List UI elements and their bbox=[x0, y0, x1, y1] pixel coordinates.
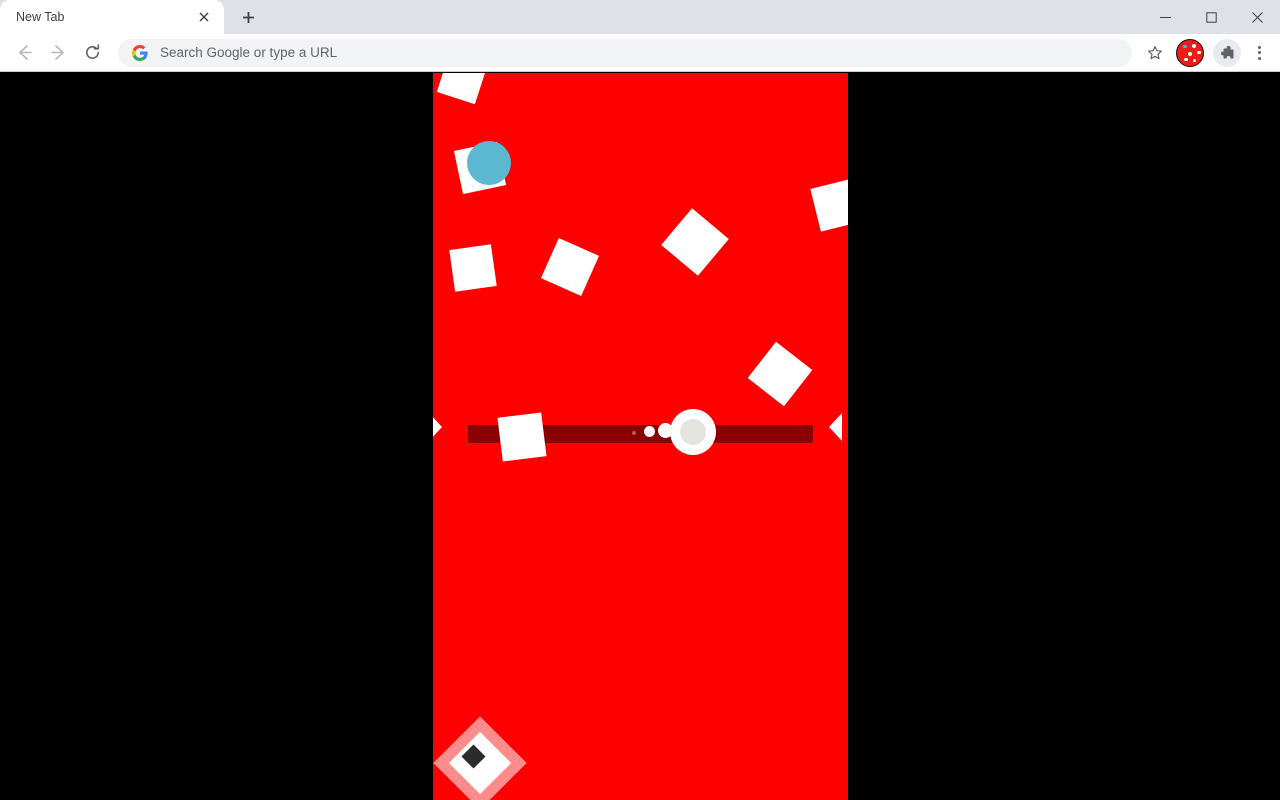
menu-dot bbox=[1257, 51, 1261, 54]
right-edge-arrow-icon[interactable] bbox=[829, 413, 842, 441]
slider-knob[interactable] bbox=[670, 409, 716, 455]
menu-dot bbox=[1257, 45, 1261, 49]
avatar-dot bbox=[1188, 51, 1192, 56]
tab-new-tab[interactable]: New Tab bbox=[0, 0, 224, 34]
back-arrow-icon[interactable] bbox=[8, 37, 40, 69]
avatar-dot bbox=[1193, 58, 1196, 62]
new-tab-button[interactable] bbox=[234, 3, 262, 31]
maximize-icon[interactable] bbox=[1188, 0, 1234, 34]
three-dot-menu-icon[interactable] bbox=[1246, 38, 1272, 68]
address-bar-placeholder: Search Google or type a URL bbox=[160, 45, 338, 60]
falling-square bbox=[449, 244, 497, 292]
avatar-dot bbox=[1192, 43, 1196, 48]
falling-square bbox=[540, 237, 600, 297]
trail-dot bbox=[644, 426, 655, 437]
close-icon[interactable] bbox=[194, 7, 214, 27]
falling-square bbox=[747, 341, 813, 407]
falling-square bbox=[436, 73, 488, 105]
layered-diamond bbox=[433, 716, 527, 800]
puzzle-piece-icon[interactable] bbox=[1213, 38, 1241, 67]
avatar-dot bbox=[1183, 44, 1187, 48]
teal-circle bbox=[467, 141, 511, 185]
avatar-dot bbox=[1184, 57, 1188, 61]
browser-toolbar: Search Google or type a URL bbox=[0, 34, 1280, 72]
browser-window: New Tab Search Google or type a URL bbox=[0, 0, 1280, 800]
tab-strip: New Tab bbox=[0, 0, 1280, 34]
trail-dot bbox=[632, 431, 636, 435]
falling-square bbox=[661, 208, 729, 276]
reload-icon[interactable] bbox=[76, 37, 108, 69]
slider-knob-inner bbox=[680, 419, 706, 445]
falling-square bbox=[497, 412, 547, 462]
forward-arrow-icon[interactable] bbox=[42, 37, 74, 69]
menu-dot bbox=[1257, 56, 1261, 60]
window-close-icon[interactable] bbox=[1234, 0, 1280, 34]
falling-square bbox=[810, 178, 848, 232]
star-icon[interactable] bbox=[1140, 38, 1170, 68]
profile-avatar-icon[interactable] bbox=[1176, 38, 1204, 67]
left-edge-arrow-icon[interactable] bbox=[433, 413, 442, 441]
avatar-dot bbox=[1197, 50, 1201, 54]
tab-title: New Tab bbox=[16, 10, 65, 24]
minimize-icon[interactable] bbox=[1142, 0, 1188, 34]
game-canvas[interactable] bbox=[433, 73, 848, 800]
google-g-icon bbox=[131, 44, 148, 61]
address-bar[interactable]: Search Google or type a URL bbox=[118, 38, 1132, 67]
window-controls bbox=[1142, 0, 1280, 34]
page-content bbox=[0, 73, 1280, 800]
